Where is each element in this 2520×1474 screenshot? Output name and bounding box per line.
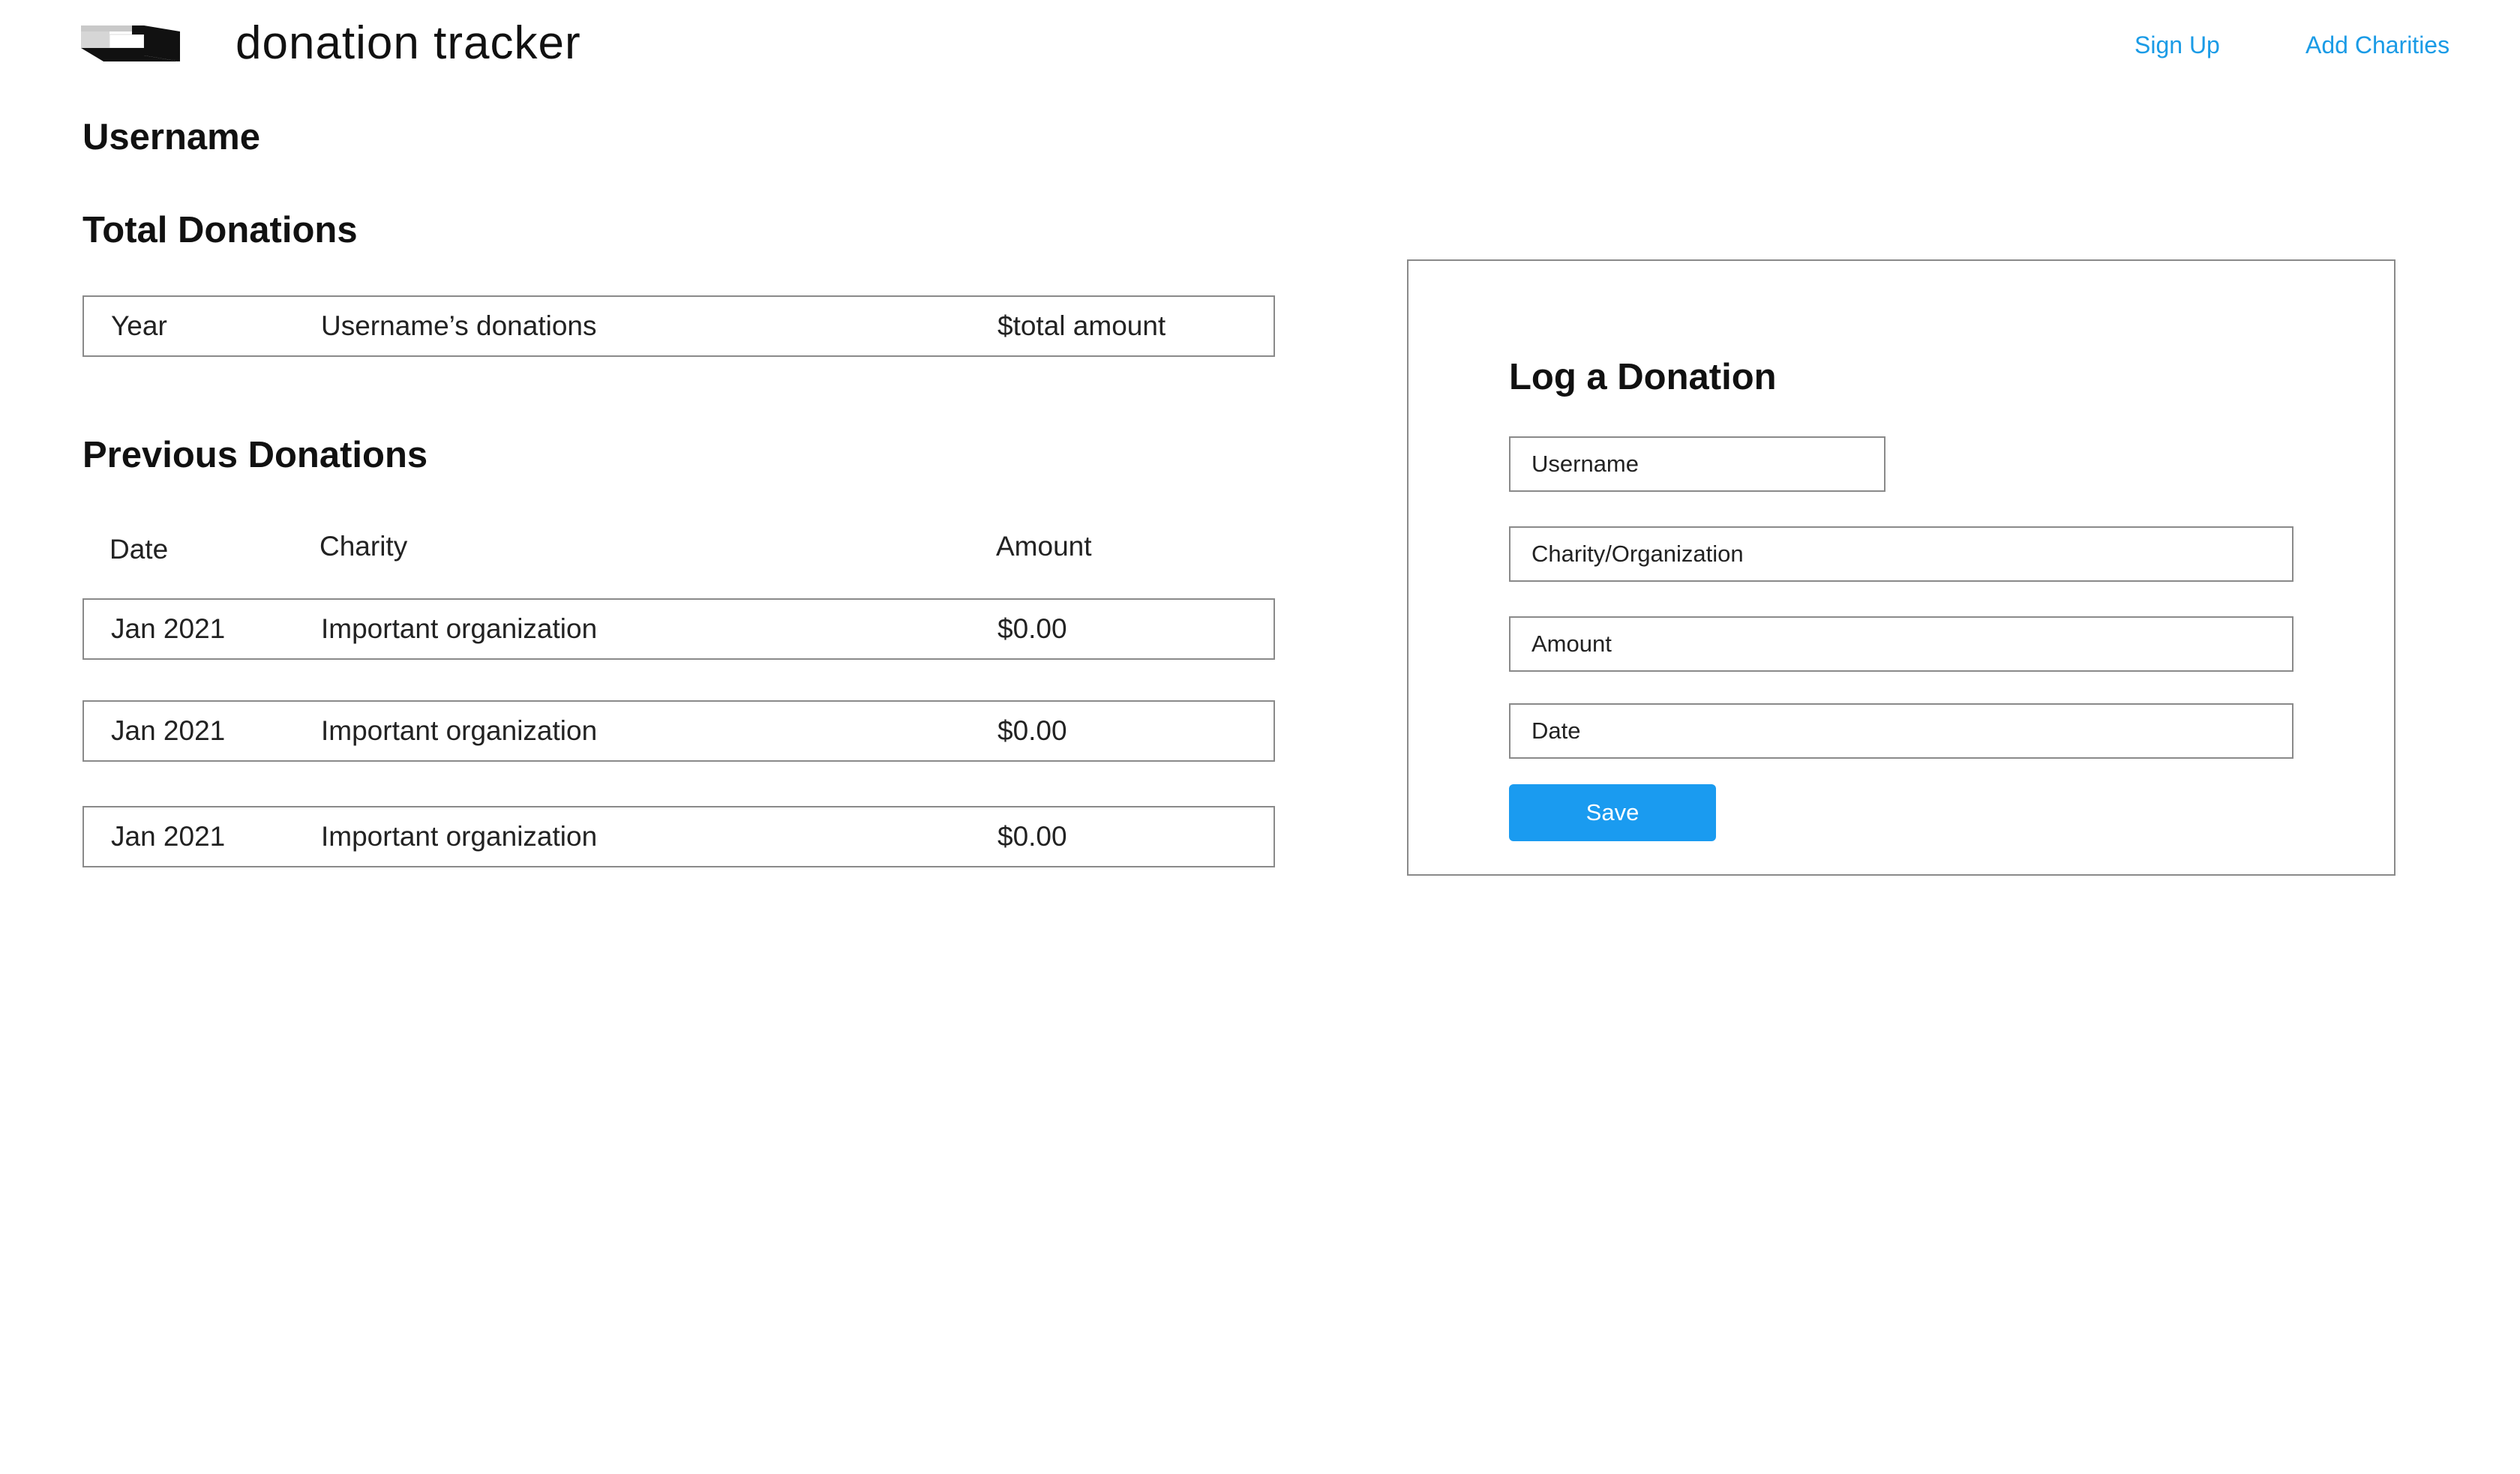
charity-input[interactable]	[1509, 526, 2294, 582]
amount-input[interactable]	[1509, 616, 2294, 672]
table-row: Jan 2021 Important organization $0.00	[82, 806, 1275, 867]
total-donations-row: Year Username’s donations $total amount	[82, 295, 1275, 357]
row-amount: $0.00	[998, 821, 1067, 852]
total-amount: $total amount	[998, 310, 1166, 341]
column-header-date: Date	[110, 534, 169, 565]
row-charity: Important organization	[321, 821, 598, 852]
table-header-row: Date Charity Amount	[82, 511, 1275, 573]
total-year: Year	[111, 310, 167, 341]
previous-donations-heading: Previous Donations	[82, 435, 428, 475]
log-donation-panel: Log a Donation Save	[1407, 259, 2396, 876]
total-label: Username’s donations	[321, 310, 597, 341]
page: donation tracker Sign Up Add Charities U…	[0, 0, 2520, 1474]
table-row: Jan 2021 Important organization $0.00	[82, 700, 1275, 762]
row-date: Jan 2021	[111, 613, 226, 644]
username-input[interactable]	[1509, 436, 1886, 492]
app-title: donation tracker	[236, 17, 581, 69]
row-amount: $0.00	[998, 613, 1067, 644]
row-date: Jan 2021	[111, 821, 226, 852]
save-button[interactable]: Save	[1509, 784, 1716, 841]
table-row: Jan 2021 Important organization $0.00	[82, 598, 1275, 660]
box-logo-icon	[81, 25, 180, 61]
row-charity: Important organization	[321, 613, 598, 644]
row-date: Jan 2021	[111, 715, 226, 746]
row-amount: $0.00	[998, 715, 1067, 746]
column-header-amount: Amount	[996, 531, 1092, 562]
total-donations-heading: Total Donations	[82, 210, 358, 250]
column-header-charity: Charity	[320, 531, 408, 562]
log-donation-title: Log a Donation	[1509, 357, 1777, 397]
username-heading: Username	[82, 117, 260, 157]
row-charity: Important organization	[321, 715, 598, 746]
sign-up-link[interactable]: Sign Up	[2134, 28, 2220, 61]
date-input[interactable]	[1509, 703, 2294, 759]
add-charities-link[interactable]: Add Charities	[2306, 28, 2450, 61]
